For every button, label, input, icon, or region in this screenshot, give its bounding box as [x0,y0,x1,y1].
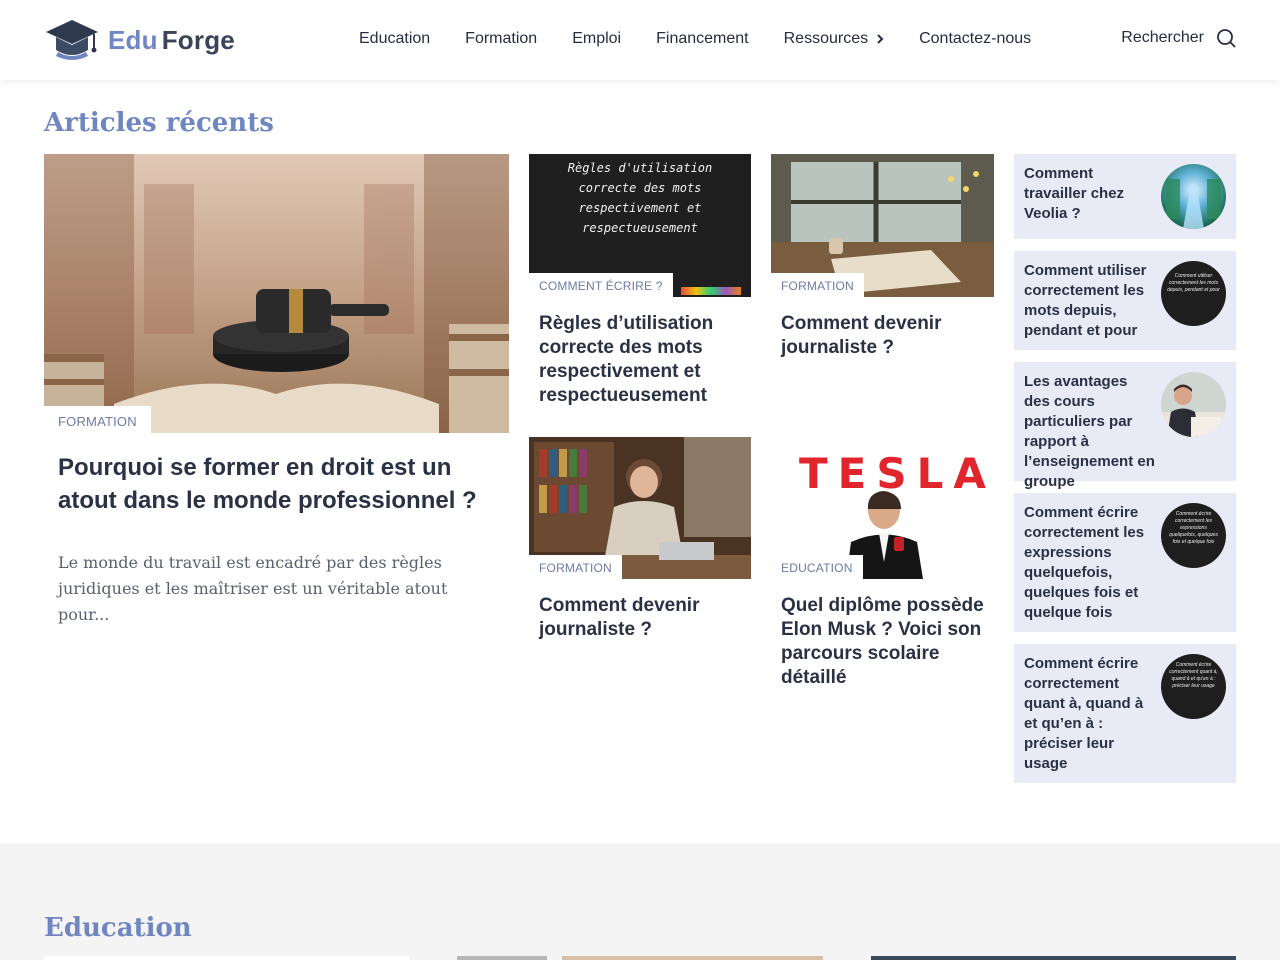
education-card-image-2[interactable] [457,956,547,960]
sidebar-article-thumb[interactable]: Comment utiliser correctement les mots d… [1161,261,1226,326]
sidebar-article-title[interactable]: Comment écrire correctement les expressi… [1024,503,1156,623]
sidebar-article-title[interactable]: Comment travailler chez Veolia ? [1024,164,1156,224]
logo-forge-text: Forge [161,24,235,55]
sidebar-article-veolia[interactable]: Comment travailler chez Veolia ? [1014,154,1236,239]
gavel-books-illustration [44,154,509,433]
sidebar-article-thumb[interactable]: Comment écrire correctement les expressi… [1161,503,1226,568]
category-badge[interactable]: FORMATION [44,406,151,433]
article-image-journaliste-desk[interactable]: FORMATION [771,154,994,297]
chevron-right-icon [877,34,884,44]
section-title-education: Education [44,913,192,943]
featured-article-image[interactable]: FORMATION [44,154,509,433]
section-title-recent: Articles récents [44,108,274,138]
search-label: Rechercher [1121,29,1204,46]
thumb-chalk-text: Comment utiliser correctement les mots d… [1167,273,1220,293]
article-image-regles[interactable]: Règles d'utilisation correcte des mots r… [529,154,751,297]
water-channel-illustration [1166,179,1221,229]
nav-financement[interactable]: Financement [656,30,749,48]
tutor-illustration [1161,372,1226,437]
sidebar-article-cours[interactable]: Les avantages des cours particuliers par… [1014,362,1236,490]
nav-contact[interactable]: Contactez-nous [919,30,1031,48]
nav-ressources-label: Ressources [783,30,869,47]
article-title-journaliste-2[interactable]: Comment devenir journaliste ? [539,594,744,642]
sidebar-article-title[interactable]: Les avantages des cours particuliers par… [1024,372,1156,492]
search-button[interactable]: Rechercher [1121,28,1236,48]
sidebar-article-quelquefois[interactable]: Comment écrire correctement les expressi… [1014,493,1236,632]
main-nav: Education Formation Emploi Financement R… [359,30,1066,48]
article-title-journaliste-1[interactable]: Comment devenir journaliste ? [781,312,986,360]
sidebar-article-thumb[interactable] [1161,372,1226,437]
nav-education[interactable]: Education [359,30,430,48]
article-title-elon[interactable]: Quel diplôme possède Elon Musk ? Voici s… [781,594,991,690]
article-image-student-library[interactable]: FORMATION [529,437,751,579]
category-badge[interactable]: COMMENT ÉCRIRE ? [529,273,673,297]
nav-formation[interactable]: Formation [465,30,537,48]
site-logo[interactable]: Edu Forge [44,18,235,62]
category-badge[interactable]: FORMATION [529,555,622,579]
nav-ressources[interactable]: Ressources [784,30,884,48]
featured-article-title[interactable]: Pourquoi se former en droit est un atout… [58,451,498,517]
sidebar-article-thumb[interactable]: Comment écrire correctement quant à, qua… [1161,654,1226,719]
logo-edu-text: Edu [108,24,158,55]
thumb-chalk-text: Comment écrire correctement quant à, qua… [1169,662,1218,689]
featured-article-excerpt: Le monde du travail est encadré par des … [58,553,448,624]
education-card-image-4[interactable] [871,956,1236,960]
chalkboard-text: Règles d'utilisation correcte des mots r… [567,161,713,235]
sidebar-article-title[interactable]: Comment utiliser correctement les mots d… [1024,261,1156,341]
article-title-regles[interactable]: Règles d’utilisation correcte des mots r… [539,312,744,408]
thumb-chalk-text: Comment écrire correctement les expressi… [1169,511,1218,545]
category-badge[interactable]: EDUCATION [771,555,863,579]
category-badge[interactable]: FORMATION [771,273,864,297]
article-image-tesla[interactable]: TESLA EDUCATION [771,437,994,579]
education-card-image-1[interactable] [44,956,409,960]
site-header: Edu Forge Education Formation Emploi Fina… [0,0,1280,80]
sidebar-article-thumb[interactable] [1161,164,1226,229]
nav-emploi[interactable]: Emploi [572,30,621,48]
sidebar-article-quant-a[interactable]: Comment écrire correctement quant à, qua… [1014,644,1236,783]
graduation-cap-icon [46,20,98,60]
education-section: Education [0,843,1280,960]
sidebar-article-depuis[interactable]: Comment utiliser correctement les mots d… [1014,251,1236,350]
search-icon [1217,29,1236,48]
sidebar-article-title[interactable]: Comment écrire correctement quant à, qua… [1024,654,1156,774]
education-card-image-3[interactable] [562,956,823,960]
chalk-pieces [681,287,741,295]
